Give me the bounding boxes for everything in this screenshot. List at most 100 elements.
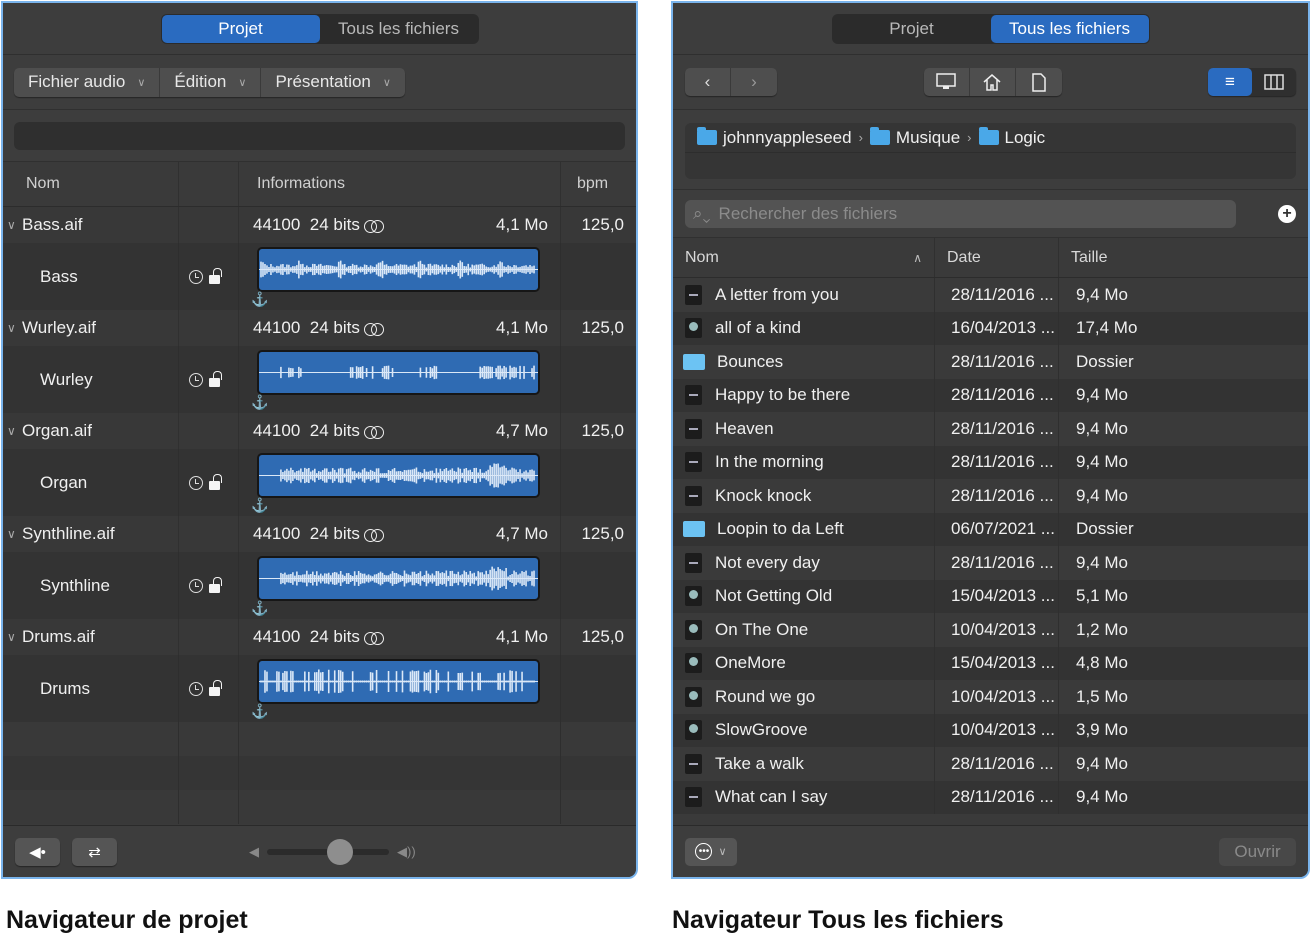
column-date[interactable]: Date: [935, 238, 1059, 277]
chevron-right-icon: ›: [858, 130, 863, 145]
column-view-button[interactable]: [1252, 68, 1296, 96]
chevron-left-icon: ‹: [704, 72, 711, 91]
path-item[interactable]: johnnyappleseed: [723, 128, 852, 148]
anchor-icon[interactable]: ⚓: [251, 497, 268, 514]
column-info[interactable]: Informations: [239, 162, 561, 206]
waveform-region[interactable]: [257, 350, 540, 395]
chevron-right-icon: ›: [967, 130, 972, 145]
unlock-icon[interactable]: [209, 680, 222, 696]
disclosure-triangle-icon[interactable]: ∨: [7, 321, 17, 335]
filter-field[interactable]: [14, 121, 625, 150]
audio-file-row[interactable]: ∨ Wurley.aif 44100 24 bits 4,1 Mo 125,0: [3, 310, 636, 346]
document-icon: [1031, 72, 1046, 92]
file-list-item[interactable]: SlowGroove 10/04/2013 ... 3,9 Mo: [673, 713, 1308, 747]
waveform-region[interactable]: [257, 453, 540, 498]
column-size[interactable]: Taille: [1059, 238, 1308, 277]
speaker-icon: ◀•: [29, 843, 46, 861]
add-button[interactable]: +: [1278, 204, 1296, 223]
region-row[interactable]: Wurley ⚓: [3, 346, 636, 413]
file-list-item[interactable]: Round we go 10/04/2013 ... 1,5 Mo: [673, 680, 1308, 714]
file-list-item[interactable]: Not every day 28/11/2016 ... 9,4 Mo: [673, 546, 1308, 580]
file-list-item[interactable]: What can I say 28/11/2016 ... 9,4 Mo: [673, 780, 1308, 814]
stereo-icon: [363, 219, 384, 233]
clock-icon: [189, 475, 203, 490]
desktop-icon: [936, 73, 956, 89]
all-files-browser: Projet Tous les fichiers ‹ › ≡ johnnyapp…: [671, 1, 1310, 879]
menu-audio-file[interactable]: Fichier audio ∨: [14, 67, 161, 97]
file-list-item[interactable]: all of a kind 16/04/2013 ... 17,4 Mo: [673, 311, 1308, 345]
file-list-item[interactable]: Bounces 28/11/2016 ... Dossier: [673, 345, 1308, 379]
disclosure-triangle-icon[interactable]: ∨: [7, 424, 17, 438]
tab-project[interactable]: Projet: [161, 14, 320, 43]
folder-icon: [683, 353, 705, 370]
tab-all-files[interactable]: Tous les fichiers: [990, 14, 1149, 43]
documents-button[interactable]: [1016, 68, 1062, 96]
anchor-icon[interactable]: ⚓: [251, 291, 268, 308]
region-row[interactable]: Organ ⚓: [3, 449, 636, 516]
chevron-down-icon: ∨: [238, 76, 247, 89]
disclosure-triangle-icon[interactable]: ∨: [7, 527, 17, 541]
loop-button[interactable]: ⇄: [72, 837, 117, 866]
unlock-icon[interactable]: [209, 371, 222, 387]
audio-file-icon: [685, 418, 702, 439]
tab-all-files[interactable]: Tous les fichiers: [320, 15, 478, 43]
file-list-item[interactable]: OneMore 15/04/2013 ... 4,8 Mo: [673, 646, 1308, 680]
waveform: [259, 669, 538, 694]
file-list-item[interactable]: Not Getting Old 15/04/2013 ... 5,1 Mo: [673, 579, 1308, 613]
action-menu-button[interactable]: ••• ∨: [685, 837, 737, 866]
music-folder-icon: [869, 127, 890, 145]
clock-icon: [189, 681, 203, 696]
project-browser: Projet Tous les fichiers Fichier audio ∨ …: [1, 1, 638, 879]
waveform-region[interactable]: [257, 659, 540, 704]
region-row[interactable]: Drums ⚓: [3, 655, 636, 722]
preview-button[interactable]: ◀•: [15, 837, 60, 866]
file-list-item[interactable]: On The One 10/04/2013 ... 1,2 Mo: [673, 613, 1308, 647]
file-list-item[interactable]: Take a walk 28/11/2016 ... 9,4 Mo: [673, 747, 1308, 781]
logic-project-icon: [685, 720, 702, 741]
folder-icon: [683, 521, 705, 538]
tab-project[interactable]: Projet: [833, 15, 991, 43]
unlock-icon[interactable]: [209, 268, 222, 284]
back-button[interactable]: ‹: [685, 68, 731, 96]
anchor-icon[interactable]: ⚓: [251, 600, 268, 617]
region-row[interactable]: Bass ⚓: [3, 243, 636, 310]
disclosure-triangle-icon[interactable]: ∨: [7, 630, 17, 644]
disclosure-triangle-icon[interactable]: ∨: [7, 218, 17, 232]
waveform: [259, 365, 538, 380]
waveform-region[interactable]: [257, 556, 540, 601]
desktop-button[interactable]: [924, 68, 970, 96]
home-icon: [983, 74, 1001, 91]
unlock-icon[interactable]: [209, 577, 222, 593]
region-row[interactable]: Synthline ⚓: [3, 552, 636, 619]
column-name[interactable]: Nom ∧: [673, 238, 935, 277]
file-list-item[interactable]: Loopin to da Left 06/07/2021 ... Dossier: [673, 512, 1308, 546]
search-input[interactable]: ⌕⌄ Rechercher des fichiers: [685, 199, 1237, 228]
forward-button[interactable]: ›: [731, 68, 777, 96]
audio-file-row[interactable]: ∨ Organ.aif 44100 24 bits 4,7 Mo 125,0: [3, 413, 636, 449]
file-list-item[interactable]: In the morning 28/11/2016 ... 9,4 Mo: [673, 445, 1308, 479]
file-list-item[interactable]: A letter from you 28/11/2016 ... 9,4 Mo: [673, 278, 1308, 312]
home-button[interactable]: [970, 68, 1016, 96]
volume-slider-knob[interactable]: [327, 838, 354, 865]
file-list-item[interactable]: Heaven 28/11/2016 ... 9,4 Mo: [673, 412, 1308, 446]
open-button[interactable]: Ouvrir: [1219, 837, 1296, 866]
column-bpm[interactable]: bpm: [561, 162, 636, 206]
menu-view[interactable]: Présentation ∨: [261, 68, 405, 97]
anchor-icon[interactable]: ⚓: [251, 703, 268, 720]
path-item[interactable]: Logic: [1005, 128, 1046, 148]
stereo-icon: [363, 528, 384, 542]
audio-file-row[interactable]: ∨ Bass.aif 44100 24 bits 4,1 Mo 125,0: [3, 207, 636, 243]
menu-edit[interactable]: Édition ∨: [160, 67, 262, 97]
audio-file-row[interactable]: ∨ Drums.aif 44100 24 bits 4,1 Mo 125,0: [3, 619, 636, 655]
file-list-item[interactable]: Happy to be there 28/11/2016 ... 9,4 Mo: [673, 378, 1308, 412]
file-list-item[interactable]: Knock knock 28/11/2016 ... 9,4 Mo: [673, 479, 1308, 513]
logic-project-icon: [685, 653, 702, 674]
waveform-region[interactable]: [257, 247, 540, 292]
audio-file-row[interactable]: ∨ Synthline.aif 44100 24 bits 4,7 Mo 125,0: [3, 516, 636, 552]
path-item[interactable]: Musique: [896, 128, 960, 148]
column-name[interactable]: Nom: [3, 162, 179, 206]
volume-slider[interactable]: [267, 838, 389, 865]
list-view-button[interactable]: ≡: [1208, 68, 1252, 96]
unlock-icon[interactable]: [209, 474, 222, 490]
anchor-icon[interactable]: ⚓: [251, 394, 268, 411]
